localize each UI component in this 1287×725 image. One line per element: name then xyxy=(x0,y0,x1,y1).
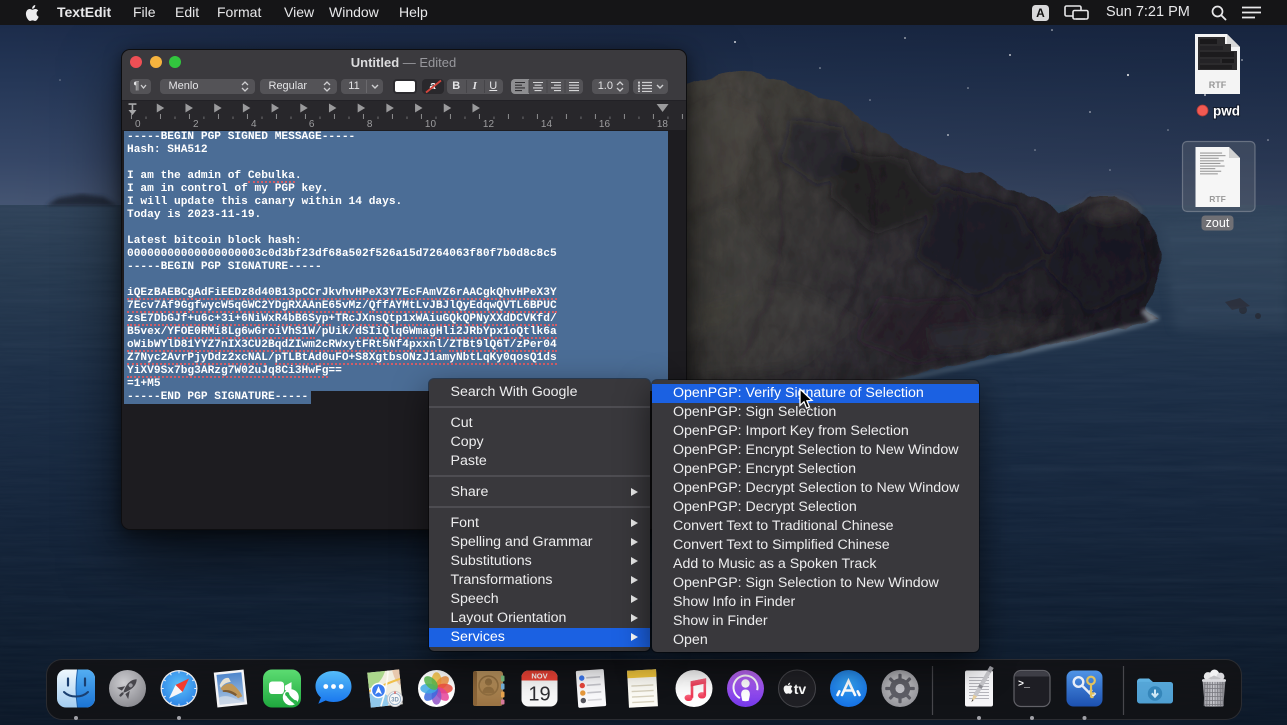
svg-text:RTF: RTF xyxy=(1209,194,1226,204)
svg-text:2: 2 xyxy=(192,119,198,130)
svg-text:zout: zout xyxy=(1206,216,1230,230)
svg-text:19: 19 xyxy=(528,683,550,705)
svg-text:12: 12 xyxy=(482,119,494,130)
svg-text:14: 14 xyxy=(540,119,552,130)
svg-text:RTF: RTF xyxy=(1209,80,1227,90)
svg-text:8: 8 xyxy=(366,119,372,130)
svg-text:6: 6 xyxy=(308,119,314,130)
svg-text:10: 10 xyxy=(424,119,436,130)
svg-text:>_: >_ xyxy=(1018,679,1031,690)
svg-text:tv: tv xyxy=(794,681,807,697)
svg-text:pwd: pwd xyxy=(1213,104,1240,119)
svg-text:NOV: NOV xyxy=(531,671,547,680)
svg-text:0: 0 xyxy=(134,119,140,130)
svg-text:18: 18 xyxy=(656,119,668,130)
svg-text:4: 4 xyxy=(250,119,256,130)
svg-text:16: 16 xyxy=(598,119,610,130)
svg-text:3D: 3D xyxy=(391,697,399,703)
